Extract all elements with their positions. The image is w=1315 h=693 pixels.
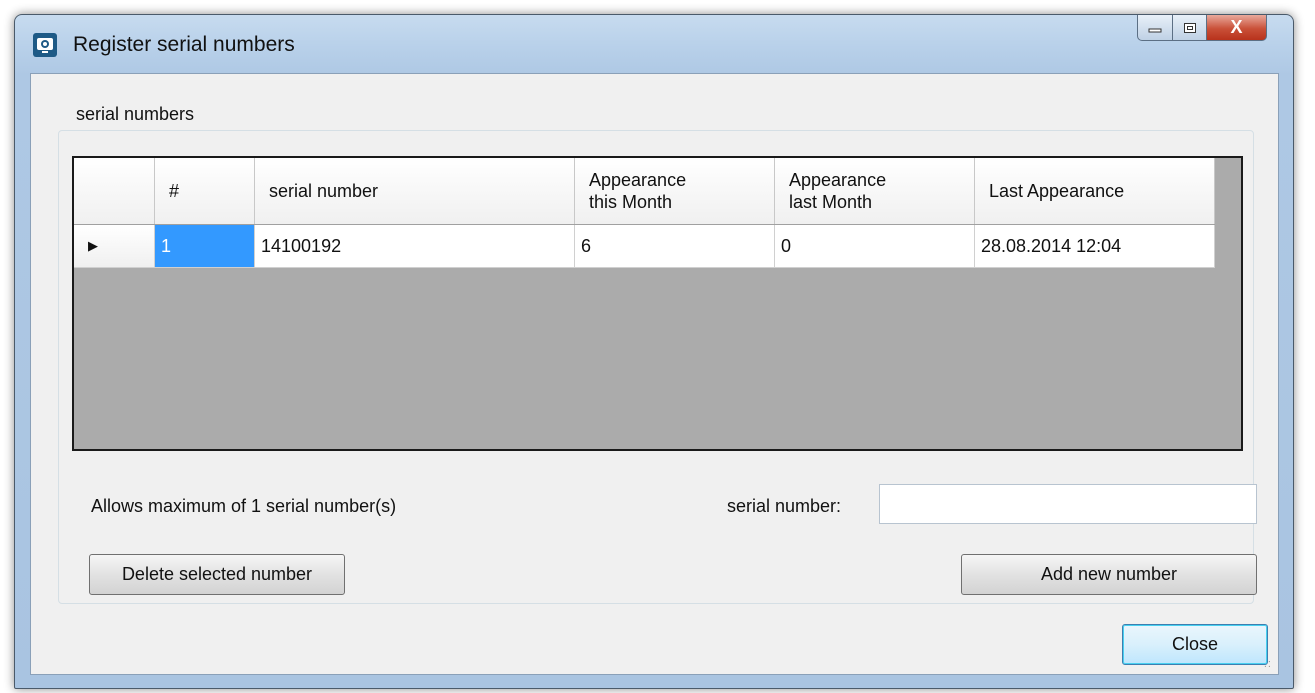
column-header-this-month[interactable]: Appearance this Month bbox=[575, 158, 775, 224]
maximize-button[interactable] bbox=[1173, 15, 1207, 41]
column-header-serial[interactable]: serial number bbox=[255, 158, 575, 224]
table-row[interactable]: ▶ 1 14100192 6 0 28.08.2014 12:04 bbox=[74, 225, 1215, 268]
resize-grip-icon[interactable]: .: bbox=[1264, 658, 1272, 670]
cell-last-appearance[interactable]: 28.08.2014 12:04 bbox=[975, 225, 1215, 268]
column-header-last-month[interactable]: Appearance last Month bbox=[775, 158, 975, 224]
caption-buttons: X bbox=[1137, 15, 1267, 41]
minimize-icon bbox=[1148, 28, 1162, 32]
window-title: Register serial numbers bbox=[73, 33, 295, 56]
delete-selected-button[interactable]: Delete selected number bbox=[89, 554, 345, 595]
add-number-button[interactable]: Add new number bbox=[961, 554, 1257, 595]
column-header-last-appearance[interactable]: Last Appearance bbox=[975, 158, 1215, 224]
column-header-number[interactable]: # bbox=[155, 158, 255, 224]
close-icon: X bbox=[1230, 17, 1243, 37]
row-pointer-icon: ▶ bbox=[88, 238, 98, 253]
dialog-window: Register serial numbers X serial numbers bbox=[14, 14, 1294, 689]
serial-number-input[interactable] bbox=[879, 484, 1257, 524]
title-bar[interactable]: Register serial numbers X bbox=[15, 15, 1293, 73]
dialog-client-area: serial numbers # serial number Appearanc… bbox=[30, 73, 1279, 675]
group-label: serial numbers bbox=[73, 104, 198, 125]
close-button[interactable]: Close bbox=[1122, 624, 1268, 665]
header-corner[interactable] bbox=[74, 158, 155, 224]
maximize-icon bbox=[1183, 22, 1196, 33]
max-serials-label: Allows maximum of 1 serial number(s) bbox=[91, 496, 397, 516]
close-window-button[interactable]: X bbox=[1207, 15, 1267, 41]
serial-number-label: serial number: bbox=[727, 496, 842, 516]
app-icon bbox=[33, 33, 57, 57]
minimize-button[interactable] bbox=[1137, 15, 1173, 41]
row-header[interactable]: ▶ bbox=[74, 225, 155, 268]
grid-header: # serial number Appearance this Month Ap… bbox=[74, 158, 1215, 225]
cell-this-month[interactable]: 6 bbox=[575, 225, 775, 268]
serial-grid[interactable]: # serial number Appearance this Month Ap… bbox=[72, 156, 1243, 451]
cell-serial[interactable]: 14100192 bbox=[255, 225, 575, 268]
cell-last-month[interactable]: 0 bbox=[775, 225, 975, 268]
cell-number[interactable]: 1 bbox=[155, 225, 255, 268]
